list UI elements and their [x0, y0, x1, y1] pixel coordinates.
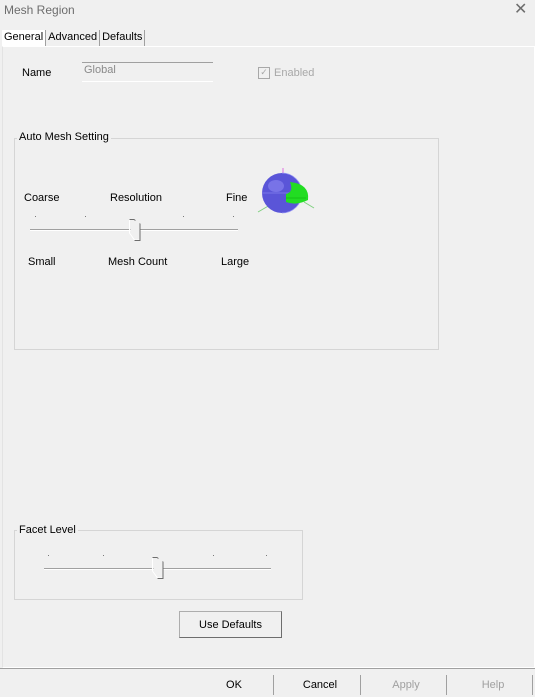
slider-tick — [103, 555, 104, 556]
slider-tick — [183, 216, 184, 217]
button-separator — [532, 675, 533, 695]
slider-tick — [35, 216, 36, 217]
ok-button[interactable]: OK — [196, 673, 272, 697]
window-title: Mesh Region — [4, 3, 75, 17]
footer-divider — [0, 668, 535, 669]
resolution-label: Resolution — [110, 192, 162, 204]
enabled-checkbox[interactable]: ✓ — [258, 67, 270, 79]
enabled-label: Enabled — [274, 67, 315, 79]
name-field[interactable]: Global — [82, 62, 213, 82]
slider-tick — [48, 555, 49, 556]
tab-general[interactable]: General — [2, 30, 47, 46]
auto-mesh-group-title: Auto Mesh Setting — [17, 131, 111, 143]
close-icon[interactable]: ✕ — [514, 0, 527, 20]
slider-tick — [266, 555, 267, 556]
resolution-slider[interactable] — [30, 208, 240, 242]
help-button[interactable]: Help — [455, 673, 531, 697]
button-separator — [273, 675, 274, 695]
fine-label: Fine — [226, 192, 248, 204]
slider-tick — [85, 216, 86, 217]
title-bar — [0, 0, 535, 22]
slider-tick — [213, 555, 214, 556]
use-defaults-button[interactable]: Use Defaults — [179, 611, 282, 638]
facet-level-title: Facet Level — [17, 524, 78, 536]
tab-defaults[interactable]: Defaults — [100, 30, 146, 46]
tab-advanced[interactable]: Advanced — [46, 30, 101, 46]
small-label: Small — [28, 256, 56, 268]
slider-thumb[interactable] — [152, 557, 164, 579]
slider-tick — [233, 216, 234, 217]
tab-bar: General Advanced Defaults — [2, 30, 146, 46]
apply-button[interactable]: Apply — [368, 673, 444, 697]
mesh-preview-sphere-icon — [257, 168, 315, 214]
auto-mesh-group — [14, 138, 439, 350]
button-separator — [446, 675, 447, 695]
mesh-count-label: Mesh Count — [108, 256, 168, 268]
coarse-label: Coarse — [24, 192, 60, 204]
button-separator — [360, 675, 361, 695]
cancel-button[interactable]: Cancel — [282, 673, 358, 697]
facet-slider[interactable] — [44, 548, 274, 582]
name-label: Name — [22, 67, 52, 79]
slider-thumb[interactable] — [129, 219, 141, 241]
large-label: Large — [221, 256, 250, 268]
